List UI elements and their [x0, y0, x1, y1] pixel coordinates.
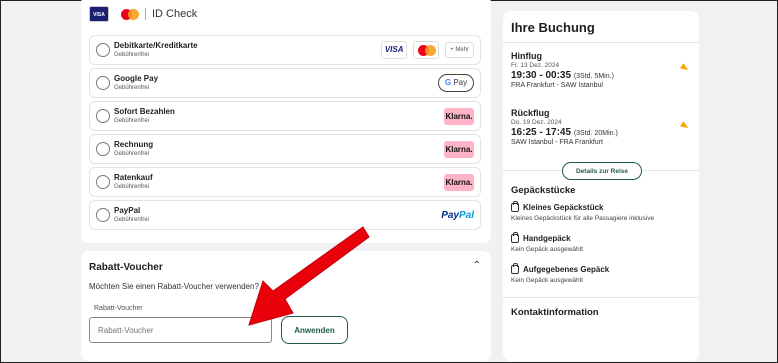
baggage-item-title: Aufgegebenes Gepäck — [523, 265, 610, 274]
baggage-item-desc: Kleines Gepäckstück für alle Passagiere … — [511, 215, 655, 222]
payment-option-title: Ratenkauf — [114, 173, 153, 182]
small-bag-icon — [511, 201, 519, 212]
baggage-item: Handgepäck Kein Gepäck ausgewählt — [511, 232, 696, 253]
klarna-icon: Klarna. — [444, 173, 474, 191]
payment-option-title: Google Pay — [114, 74, 159, 83]
baggage-item-title: Kleines Gepäckstück — [523, 203, 604, 212]
visa-icon: VISA — [381, 41, 408, 59]
payment-option-sofort[interactable]: Sofort Bezahlen Gebührenfrei Klarna. — [89, 101, 481, 131]
payment-option-fee: Gebührenfrei — [114, 217, 150, 223]
radio-sofort[interactable] — [96, 109, 110, 123]
radio-google-pay[interactable] — [96, 76, 110, 90]
hand-luggage-icon — [511, 232, 519, 243]
payment-option-title: Debitkarte/Kreditkarte — [114, 41, 198, 50]
payment-option-title: Rechnung — [114, 140, 154, 149]
radio-ratenkauf[interactable] — [96, 175, 110, 189]
divider — [503, 297, 699, 298]
booking-title: Ihre Buchung — [511, 20, 595, 35]
payment-option-fee: Gebührenfrei — [114, 151, 150, 157]
voucher-question: Möchten Sie einen Rabatt-Voucher verwend… — [89, 282, 259, 291]
paypal-icon: PayPal — [441, 209, 474, 221]
card-brands-row: VISA ID Check — [89, 3, 197, 25]
payment-option-rechnung[interactable]: Rechnung Gebührenfrei Klarna. — [89, 134, 481, 164]
payment-option-fee: Gebührenfrei — [114, 118, 150, 124]
mastercard-icon — [413, 41, 440, 59]
radio-rechnung[interactable] — [96, 142, 110, 156]
radio-paypal[interactable] — [96, 208, 110, 222]
flight-date: Fr. 13 Dez. 2024 — [511, 62, 560, 69]
visa-logo: VISA — [89, 6, 109, 22]
flight-route: SAW Istanbul - FRA Frankfurt — [511, 139, 603, 146]
flight-date: Do. 19 Dez. 2024 — [511, 119, 562, 126]
contact-info-title: Kontaktinformation — [511, 307, 599, 318]
baggage-title: Gepäckstücke — [511, 185, 576, 196]
payment-option-fee: Gebührenfrei — [114, 52, 150, 58]
payment-option-title: Sofort Bezahlen — [114, 107, 175, 116]
mastercard-icon — [121, 8, 139, 20]
payment-option-fee: Gebührenfrei — [114, 85, 150, 91]
payment-methods-card: VISA ID Check Debitkarte/Kreditkarte Geb… — [81, 0, 491, 243]
booking-summary-card: Ihre Buchung Hinflug Fr. 13 Dez. 2024 19… — [503, 11, 699, 361]
divider — [503, 42, 699, 43]
baggage-item-desc: Kein Gepäck ausgewählt — [511, 277, 583, 284]
baggage-item: Aufgegebenes Gepäck Kein Gepäck ausgewäh… — [511, 263, 696, 284]
voucher-input-label: Rabatt-Voucher — [94, 305, 143, 312]
baggage-item-desc: Kein Gepäck ausgewählt — [511, 246, 583, 253]
klarna-icon: Klarna. — [444, 107, 474, 125]
id-check-label: ID Check — [145, 8, 197, 20]
more-brands-label: + Mehr — [445, 42, 474, 58]
klarna-icon: Klarna. — [444, 140, 474, 158]
payment-option-title: PayPal — [114, 206, 141, 215]
payment-option-fee: Gebührenfrei — [114, 184, 150, 190]
payment-option-google-pay[interactable]: Google Pay Gebührenfrei G Pay — [89, 68, 481, 98]
google-pay-icon: G Pay — [438, 74, 474, 92]
radio-card[interactable] — [96, 43, 110, 57]
baggage-item: Kleines Gepäckstück Kleines Gepäckstück … — [511, 201, 696, 222]
flight-time: 19:30 - 00:35 (3Std. 5Min.) — [511, 70, 614, 81]
trip-details-button[interactable]: Details zur Reise — [562, 162, 642, 180]
chevron-up-icon[interactable]: ⌃ — [473, 260, 481, 271]
flight-direction: Rückflug — [511, 108, 550, 118]
annotation-arrow-icon — [248, 226, 370, 326]
outbound-flight: Hinflug Fr. 13 Dez. 2024 19:30 - 00:35 (… — [511, 51, 691, 89]
checked-bag-icon — [511, 263, 519, 274]
flight-time: 16:25 - 17:45 (3Std. 20Min.) — [511, 127, 618, 138]
return-flight: Rückflug Do. 19 Dez. 2024 16:25 - 17:45 … — [511, 108, 691, 146]
flight-direction: Hinflug — [511, 51, 542, 61]
voucher-title: Rabatt-Voucher — [89, 262, 163, 273]
payment-option-ratenkauf[interactable]: Ratenkauf Gebührenfrei Klarna. — [89, 167, 481, 197]
flight-route: FRA Frankfurt - SAW Istanbul — [511, 82, 603, 89]
baggage-item-title: Handgepäck — [523, 234, 571, 243]
payment-option-card[interactable]: Debitkarte/Kreditkarte Gebührenfrei VISA… — [89, 35, 481, 65]
